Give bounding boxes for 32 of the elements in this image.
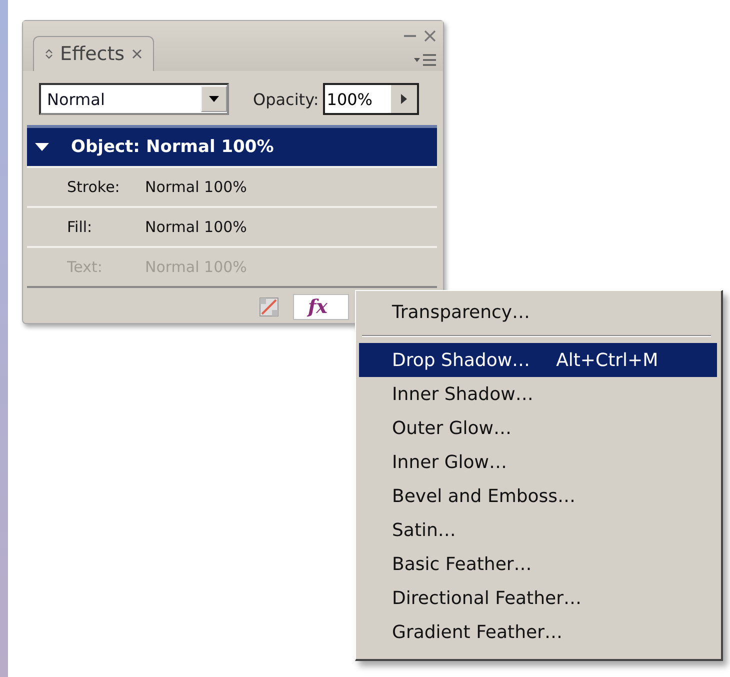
menu-item[interactable]: Bevel and Emboss… <box>359 479 717 513</box>
menu-item[interactable]: Inner Shadow… <box>359 377 717 411</box>
fx-button[interactable]: fx <box>293 294 349 320</box>
effect-row[interactable]: Object: Normal 100% <box>27 125 437 168</box>
effects-tab[interactable]: Effects <box>33 36 154 71</box>
row-value: Normal 100% <box>145 218 247 236</box>
menu-item[interactable]: Directional Feather… <box>359 581 717 615</box>
effect-row[interactable]: Fill: Normal 100% <box>27 208 437 248</box>
menu-item[interactable]: Outer Glow… <box>359 411 717 445</box>
close-icon[interactable] <box>423 29 437 43</box>
blend-mode-dropdown[interactable]: Normal <box>39 83 229 115</box>
row-label: Stroke: <box>67 178 121 196</box>
row-label: Object: <box>71 137 140 157</box>
play-arrow-icon[interactable] <box>400 94 407 104</box>
close-icon[interactable] <box>130 48 143 60</box>
effect-row[interactable]: Stroke: Normal 100% <box>27 168 437 208</box>
clear-effects-icon[interactable] <box>259 297 279 317</box>
menu-item[interactable]: Gradient Feather… <box>359 615 717 649</box>
menu-item[interactable]: Satin… <box>359 513 717 547</box>
row-value: Normal 100% <box>146 137 274 157</box>
dropdown-arrow-icon <box>209 96 219 102</box>
row-value: Normal 100% <box>145 178 247 196</box>
menu-item[interactable]: Inner Glow… <box>359 445 717 479</box>
row-label: Fill: <box>67 218 94 236</box>
opacity-label: Opacity: <box>253 90 319 108</box>
opacity-field[interactable]: 100% <box>322 83 419 115</box>
menu-item[interactable]: Basic Feather… <box>359 547 717 581</box>
panel-menu-icon[interactable] <box>413 53 437 67</box>
collapse-icon[interactable] <box>44 48 54 60</box>
menu-item[interactable]: Drop Shadow… Alt+Ctrl+M <box>359 343 717 377</box>
disclosure-triangle-icon[interactable] <box>35 142 49 152</box>
menu-item[interactable]: Transparency… <box>359 295 717 329</box>
